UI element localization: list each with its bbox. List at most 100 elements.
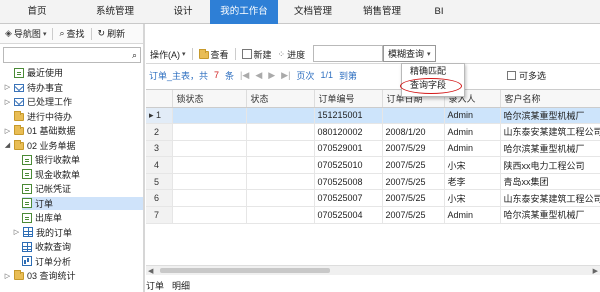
column-header[interactable]: 订单编号 — [314, 90, 383, 108]
multi-select-option[interactable]: 可多选 — [507, 69, 546, 82]
order-no-cell[interactable]: 080120002 — [314, 123, 383, 141]
multi-select-checkbox[interactable] — [507, 71, 516, 80]
entered-by-cell[interactable]: Admin — [444, 123, 501, 141]
order-date-cell[interactable] — [382, 107, 445, 125]
goto-page-link[interactable]: 到第 — [339, 69, 357, 82]
table-row[interactable]: ▸ 1 151215001 Admin 哈尔滨某重型机械厂 — [146, 107, 600, 125]
last-page-icon[interactable]: ▶| — [281, 70, 290, 81]
row-number[interactable]: 2 — [146, 123, 173, 141]
table-row[interactable]: 7 070525004 2007/5/25 Admin 哈尔滨某重型机械厂 — [146, 206, 600, 224]
progress-button[interactable]: ⁘ 进度 — [278, 48, 306, 61]
order-no-cell[interactable]: 151215001 — [314, 107, 383, 125]
horizontal-scrollbar[interactable]: ◀ ▶ — [146, 265, 600, 275]
column-header[interactable]: 锁状态 — [172, 90, 247, 108]
chevron-right-icon[interactable]: ▷ — [4, 83, 11, 91]
lock-status-cell[interactable] — [172, 173, 247, 191]
next-page-icon[interactable]: ▶ — [268, 70, 275, 81]
customer-cell[interactable]: 哈尔滨某重型机械厂 — [500, 107, 600, 125]
customer-cell[interactable]: 青岛xx集团 — [500, 173, 600, 191]
find-button[interactable]: ⌕ 查找 — [59, 27, 84, 40]
tree-item-order-analysis[interactable]: 订单分析 — [22, 255, 143, 268]
row-number[interactable]: 4 — [146, 156, 173, 174]
fuzzy-query-dropdown[interactable]: 模糊查询 ▾ — [383, 45, 436, 62]
order-date-cell[interactable]: 2008/1/20 — [382, 123, 445, 141]
tree-item-receipt-query[interactable]: 收款查询 — [22, 240, 143, 253]
order-date-cell[interactable]: 2007/5/25 — [382, 189, 445, 208]
chevron-right-icon[interactable]: ▷ — [4, 127, 11, 135]
lock-status-cell[interactable] — [172, 156, 247, 174]
view-button[interactable]: 查看 — [198, 48, 229, 61]
status-cell[interactable] — [246, 140, 315, 158]
tab-sales-management[interactable]: 销售管理 — [348, 0, 416, 24]
lock-status-cell[interactable] — [172, 123, 247, 141]
customer-cell[interactable]: 山东泰安某建筑工程公司 — [500, 123, 600, 141]
tree-item-basic-data[interactable]: ▷ 01 基础数据 — [4, 124, 143, 137]
tab-system-management[interactable]: 系统管理 — [74, 0, 156, 24]
tree-item-bank-receipt[interactable]: 银行收款单 — [22, 153, 143, 166]
table-row[interactable]: 4 070525010 2007/5/25 小宋 陕西xx电力工程公司 — [146, 156, 600, 174]
row-number[interactable]: 3 — [146, 140, 173, 158]
table-row[interactable]: 5 070525008 2007/5/25 老李 青岛xx集团 — [146, 173, 600, 191]
scroll-right-icon[interactable]: ▶ — [593, 267, 598, 275]
navigation-map-button[interactable]: ◈ 导航图 ▾ — [5, 27, 46, 40]
chevron-right-icon[interactable]: ▷ — [4, 98, 11, 106]
scrollbar-thumb[interactable] — [160, 268, 330, 273]
order-date-cell[interactable]: 2007/5/25 — [382, 156, 445, 174]
row-number[interactable]: 5 — [146, 173, 173, 191]
row-number[interactable]: 7 — [146, 206, 173, 224]
tree-item-order[interactable]: 订单 — [22, 196, 143, 210]
lock-status-cell[interactable] — [172, 107, 247, 125]
prev-page-icon[interactable]: ◀ — [255, 70, 262, 81]
menu-item-exact-match[interactable]: 精确匹配 — [402, 64, 464, 78]
tree-item-outbound[interactable]: 出库单 — [22, 211, 143, 224]
tab-bi[interactable]: BI — [416, 0, 462, 24]
tree-item-recent[interactable]: 最近使用 — [4, 66, 143, 79]
lock-status-cell[interactable] — [172, 140, 247, 158]
table-row[interactable]: 2 080120002 2008/1/20 Admin 山东泰安某建筑工程公司 — [146, 123, 600, 141]
column-header[interactable]: 客户名称 — [500, 90, 600, 108]
tree-item-query-stats[interactable]: ▷ 03 查询统计 — [4, 269, 143, 282]
entered-by-cell[interactable]: 老李 — [444, 173, 501, 191]
tree-item-in-progress[interactable]: 进行中待办 — [4, 110, 143, 123]
order-date-cell[interactable]: 2007/5/25 — [382, 206, 445, 224]
order-no-cell[interactable]: 070525004 — [314, 206, 383, 224]
order-no-cell[interactable]: 070525010 — [314, 156, 383, 174]
tree-item-business-docs[interactable]: ◢ 02 业务单据 — [4, 139, 143, 152]
chevron-right-icon[interactable]: ▷ — [13, 228, 20, 236]
panel-splitter[interactable] — [143, 24, 145, 292]
entered-by-cell[interactable]: 小宋 — [444, 156, 501, 174]
tab-my-workbench[interactable]: 我的工作台 — [210, 0, 278, 24]
operate-menu-button[interactable]: 操作(A) ▾ — [150, 48, 186, 61]
order-no-cell[interactable]: 070525007 — [314, 189, 383, 208]
tab-order[interactable]: 订单 — [146, 279, 164, 292]
status-cell[interactable] — [246, 156, 315, 174]
tree-search-input[interactable] — [4, 48, 124, 62]
customer-cell[interactable]: 哈尔滨某重型机械厂 — [500, 206, 600, 224]
entered-by-cell[interactable]: Admin — [444, 107, 501, 125]
status-cell[interactable] — [246, 173, 315, 191]
tree-item-voucher[interactable]: 记帐凭证 — [22, 182, 143, 195]
search-icon[interactable]: ⌕ — [132, 50, 137, 61]
customer-cell[interactable]: 山东泰安某建筑工程公司 — [500, 189, 600, 208]
status-cell[interactable] — [246, 189, 315, 208]
tab-home[interactable]: 首页 — [0, 0, 74, 24]
customer-cell[interactable]: 陕西xx电力工程公司 — [500, 156, 600, 174]
order-no-cell[interactable]: 070529001 — [314, 140, 383, 158]
refresh-button[interactable]: ↻ 刷新 — [98, 27, 126, 40]
table-row[interactable]: 3 070529001 2007/5/29 Admin 哈尔滨某重型机械厂 — [146, 140, 600, 158]
chevron-down-icon[interactable]: ◢ — [4, 141, 11, 149]
scroll-left-icon[interactable]: ◀ — [148, 267, 153, 275]
tab-detail[interactable]: 明细 — [172, 279, 190, 292]
order-no-cell[interactable]: 070525008 — [314, 173, 383, 191]
tree-item-cash-receipt[interactable]: 现金收款单 — [22, 168, 143, 181]
tab-document-management[interactable]: 文档管理 — [278, 0, 348, 24]
query-input[interactable] — [313, 45, 383, 62]
entered-by-cell[interactable]: Admin — [444, 140, 501, 158]
lock-status-cell[interactable] — [172, 189, 247, 208]
status-cell[interactable] — [246, 206, 315, 224]
row-number[interactable]: 6 — [146, 189, 173, 208]
new-button[interactable]: 新建 — [241, 48, 272, 61]
chevron-right-icon[interactable]: ▷ — [4, 272, 11, 280]
row-number[interactable]: ▸ 1 — [146, 107, 173, 125]
tree-item-processed[interactable]: ▷ 已处理工作 — [4, 95, 143, 108]
